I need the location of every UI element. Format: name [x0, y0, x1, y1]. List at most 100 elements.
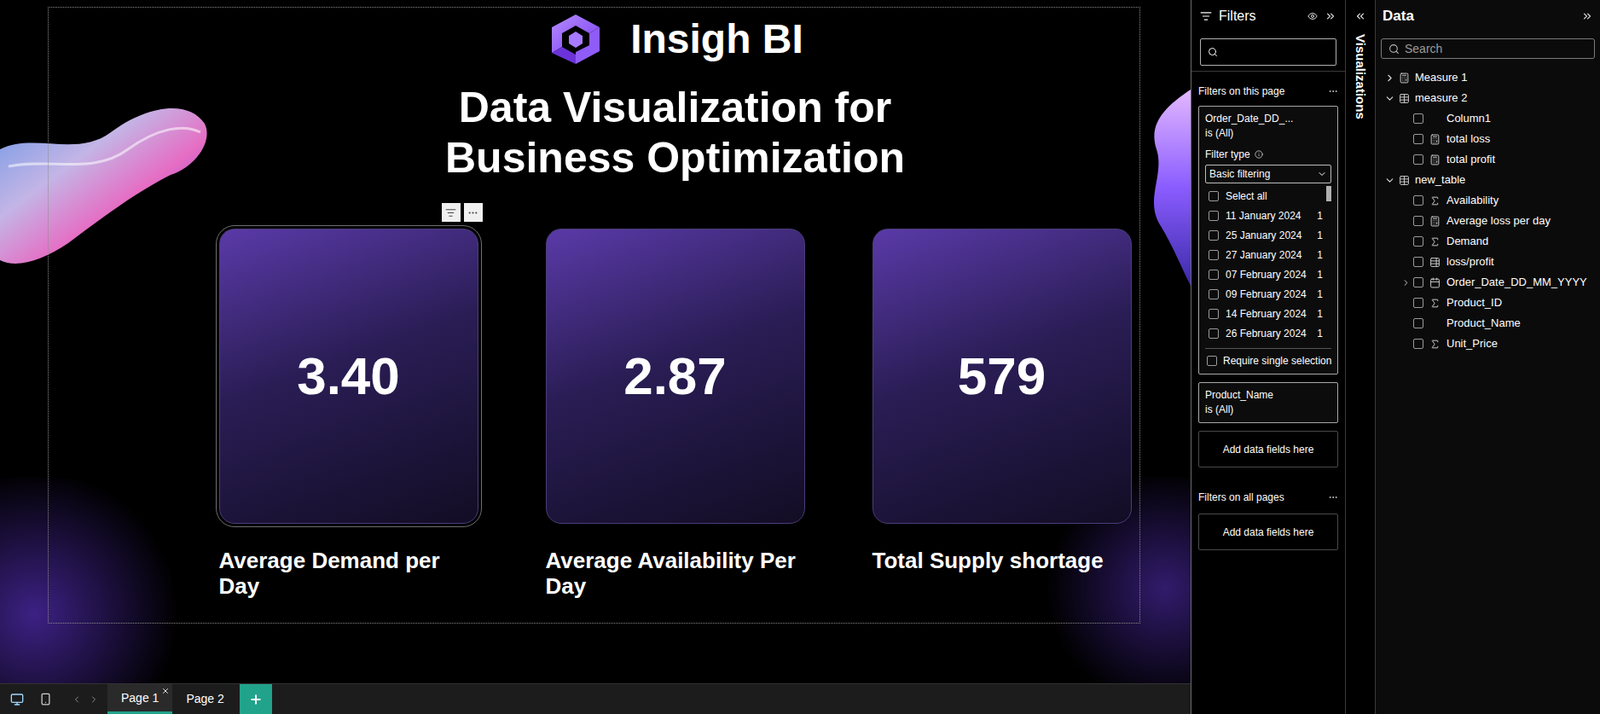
tree-table-row[interactable]: Measure 1: [1375, 67, 1600, 88]
tree-field-label: loss/profit: [1446, 253, 1495, 271]
filter-value-checkbox[interactable]: [1208, 210, 1219, 221]
eye-icon[interactable]: [1307, 11, 1318, 22]
tree-table: Measure 1: [1375, 67, 1600, 88]
expand-icon[interactable]: [1354, 10, 1367, 23]
tree-field-row[interactable]: Product_ID: [1375, 292, 1600, 314]
kpi-label: Total Supply shortage: [872, 547, 1132, 574]
tree-field-label: Product_Name: [1446, 314, 1521, 332]
add-fields-well[interactable]: Add data fields here: [1198, 513, 1339, 551]
page-tab[interactable]: Page 2: [172, 684, 238, 714]
field-checkbox[interactable]: [1413, 338, 1424, 349]
filter-value-row[interactable]: 14 February 20241: [1205, 303, 1327, 324]
filter-value-list: Select all11 January 2024125 January 202…: [1205, 185, 1327, 343]
filter-value-label: 27 January 2024: [1225, 247, 1311, 263]
more-icon[interactable]: [1327, 86, 1339, 97]
filter-value-checkbox[interactable]: [1208, 328, 1219, 339]
filter-value-label: 26 February 2024: [1225, 325, 1311, 342]
chevron-down-icon[interactable]: [1384, 174, 1396, 186]
add-page-button[interactable]: [239, 684, 273, 714]
tree-field-row[interactable]: Average loss per day: [1375, 210, 1600, 232]
kpi-label: Average Availability Per Day: [545, 547, 806, 599]
sigma-icon: [1429, 297, 1441, 309]
scrollbar[interactable]: [1326, 185, 1332, 343]
report-frame: Insigh BIData Visualization forBusiness …: [47, 6, 1141, 624]
filter-value-row[interactable]: 26 February 2024 1: [1205, 323, 1327, 343]
kpi-cards: 3.40Average Demand per Day2.87Average Av…: [219, 228, 1132, 599]
divider: [1191, 70, 1345, 72]
filters-title: Filters: [1218, 5, 1301, 27]
tree-field-row[interactable]: Demand: [1375, 231, 1600, 252]
more-icon[interactable]: [1327, 492, 1339, 503]
filter-value-checkbox[interactable]: [1208, 249, 1219, 261]
kpi-card[interactable]: 2.87: [545, 228, 806, 524]
page-tab[interactable]: Page 1: [107, 684, 173, 714]
close-icon[interactable]: [161, 686, 170, 696]
tree-table-label: measure 2: [1414, 89, 1467, 107]
field-checkbox[interactable]: [1413, 256, 1424, 267]
chevron-right-icon[interactable]: [1384, 72, 1396, 84]
mobile-view-button[interactable]: [34, 684, 57, 714]
field-checkbox[interactable]: [1413, 133, 1424, 145]
filter-card[interactable]: Product_Nameis (All): [1198, 382, 1339, 424]
tree-field-row[interactable]: Availability: [1375, 190, 1600, 211]
field-checkbox[interactable]: [1413, 215, 1424, 227]
no-icon: [1429, 318, 1441, 330]
desktop-view-button[interactable]: [0, 684, 35, 714]
filter-type-select[interactable]: Basic filtering: [1205, 164, 1332, 184]
field-checkbox[interactable]: [1413, 113, 1424, 124]
require-single-row[interactable]: Require single selection: [1205, 347, 1332, 369]
kpi-card[interactable]: 3.40: [219, 228, 479, 524]
filter-value-row[interactable]: 11 January 20241: [1205, 205, 1327, 226]
tree-field-row[interactable]: Column1: [1375, 108, 1600, 129]
filter-value-checkbox[interactable]: [1208, 289, 1219, 300]
collapse-icon[interactable]: [1581, 10, 1594, 23]
collapse-icon[interactable]: [1324, 10, 1337, 23]
filter-value-row[interactable]: 27 January 20241: [1205, 244, 1327, 265]
data-header: Data: [1375, 0, 1600, 33]
tree-field-row[interactable]: total loss: [1375, 128, 1600, 150]
filter-value-row[interactable]: 09 February 20241: [1205, 284, 1327, 304]
filter-value-checkbox[interactable]: [1208, 308, 1219, 319]
require-single-checkbox[interactable]: [1206, 355, 1218, 366]
tree-table: measure 2Column1total losstotal profit: [1375, 87, 1600, 170]
visual-more-button[interactable]: [463, 202, 483, 222]
field-checkbox[interactable]: [1413, 154, 1424, 165]
sigma-icon: [1429, 338, 1441, 350]
filter-value-count: 1: [1316, 325, 1323, 342]
add-fields-well[interactable]: Add data fields here: [1198, 430, 1339, 468]
field-checkbox[interactable]: [1413, 236, 1424, 247]
select-all-row[interactable]: Select all: [1205, 185, 1327, 206]
kpi-value: 3.40: [296, 349, 400, 403]
filter-value-row[interactable]: 25 January 20241: [1205, 225, 1327, 245]
page-next-button[interactable]: [85, 684, 103, 714]
scrollbar-thumb[interactable]: [1326, 185, 1332, 202]
field-checkbox[interactable]: [1413, 297, 1424, 308]
visualizations-pane-collapsed[interactable]: Visualizations: [1344, 0, 1375, 714]
tree-table-row[interactable]: new_table: [1375, 169, 1600, 191]
tree-field-row[interactable]: loss/profit: [1375, 251, 1600, 273]
field-checkbox[interactable]: [1413, 318, 1424, 329]
filter-value-row[interactable]: 07 February 20241: [1205, 264, 1327, 285]
data-search[interactable]: Search: [1380, 38, 1595, 59]
field-checkbox[interactable]: [1413, 195, 1424, 206]
filter-value-checkbox[interactable]: [1208, 269, 1219, 280]
kpi-card[interactable]: 579: [872, 228, 1132, 524]
tree-field-row[interactable]: Unit_Price: [1375, 333, 1600, 354]
chevron-right-icon[interactable]: [1401, 278, 1411, 288]
visual-filter-button[interactable]: [441, 202, 461, 222]
tree-field-row[interactable]: Order_Date_DD_MM_YYYY: [1375, 272, 1600, 293]
filters-search[interactable]: [1200, 38, 1337, 66]
page-prev-button[interactable]: [68, 684, 86, 714]
tree-table-row[interactable]: measure 2: [1375, 87, 1600, 109]
filter-type-label: Filter type: [1205, 147, 1332, 162]
tree-field-row[interactable]: Product_Name: [1375, 313, 1600, 334]
filter-card[interactable]: Order_Date_DD_...is (All)Filter typeBasi…: [1198, 105, 1339, 375]
section-label: Filters on this page: [1198, 83, 1328, 99]
filter-value-checkbox[interactable]: [1208, 230, 1219, 241]
tree-field-row[interactable]: total profit: [1375, 149, 1600, 170]
all-pages-filters-header: Filters on all pages: [1191, 489, 1345, 505]
tree-field-label: Demand: [1446, 232, 1489, 250]
chevron-down-icon[interactable]: [1384, 92, 1396, 105]
field-checkbox[interactable]: [1413, 277, 1424, 288]
select-all-checkbox[interactable]: [1208, 191, 1219, 202]
